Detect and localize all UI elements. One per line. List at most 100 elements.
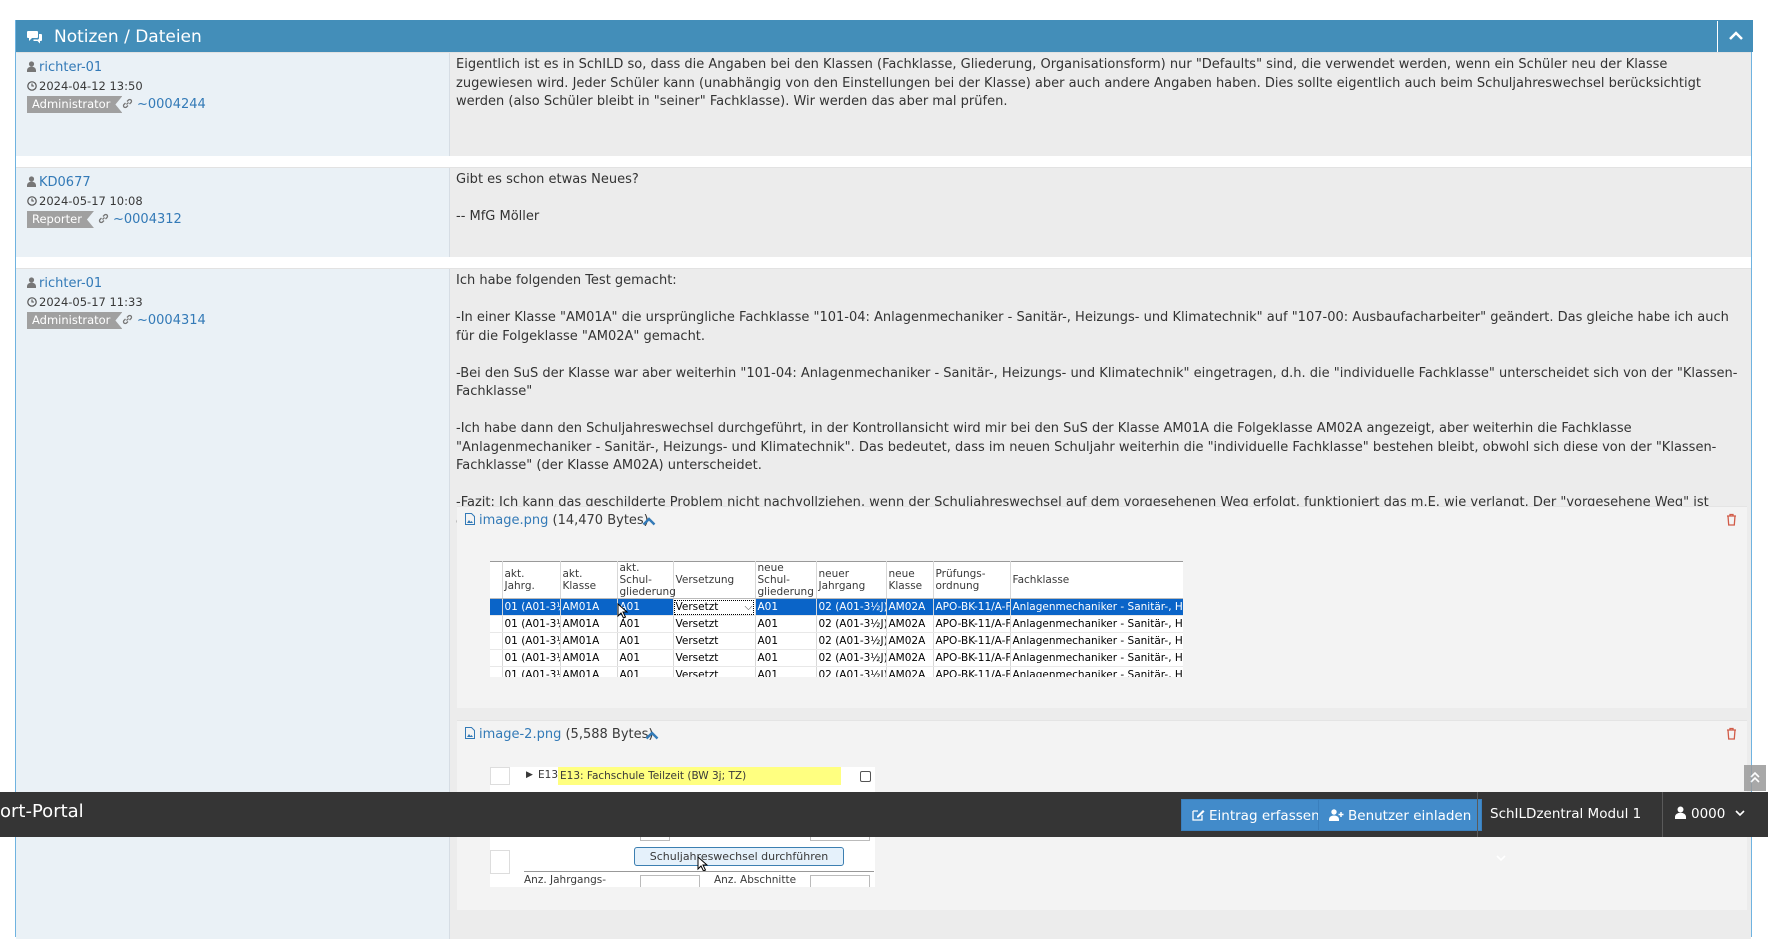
new-entry-label: Eintrag erfassen	[1209, 808, 1320, 824]
edit-icon	[1192, 810, 1205, 821]
attachment-name: image-2.png	[479, 727, 562, 742]
note-body: Gibt es schon etwas Neues? -- MfG Möller	[456, 171, 1746, 245]
note-meta: richter-01 2024-04-12 13:50 Administrato…	[16, 53, 450, 156]
chevron-down-icon	[1735, 810, 1745, 817]
row-checkbox[interactable]	[860, 771, 871, 782]
note-date: 2024-05-17 10:08	[27, 194, 143, 208]
portal-brand[interactable]: ort-Portal	[0, 801, 84, 822]
row-header-cell	[490, 649, 503, 667]
column-header: akt. Jahrg.	[502, 561, 561, 599]
note-paragraph: Ich habe folgenden Test gemacht:	[456, 273, 677, 288]
attachment-link[interactable]: image-2.png (5,588 Bytes)	[465, 727, 653, 742]
chevron-up-icon	[1729, 31, 1743, 40]
table-cell: A01	[755, 649, 817, 667]
note-link-text: ~0004314	[137, 313, 206, 328]
table-cell: 01 (A01-3½J)	[502, 666, 561, 677]
panel-collapse-button[interactable]	[1717, 21, 1753, 52]
invite-user-label: Benutzer einladen	[1348, 808, 1472, 824]
attachment: image.png (14,470 Bytes) akt. Jahrg. akt…	[457, 506, 1747, 708]
table-row[interactable]: 01 (A01-3½J) AM01A A01 Versetzt A01 02 (…	[490, 666, 1183, 677]
user-icon	[27, 61, 36, 72]
chevron-down-icon	[1496, 855, 1506, 862]
note-paragraph: -In einer Klasse "AM01A" die ursprünglic…	[456, 310, 1729, 344]
chevron-down-icon: ⌵	[744, 600, 753, 613]
bottom-navbar: ort-Portal Eintrag erfassen Benutzer ein…	[0, 792, 1768, 862]
chevron-up-icon[interactable]	[642, 517, 656, 526]
mouse-cursor-icon	[617, 603, 628, 619]
module-dropdown[interactable]: SchILDzentral Modul 1	[1477, 792, 1663, 862]
table-row[interactable]: 01 (A01-3½J) AM01A A01 Versetzt A01 02 (…	[490, 632, 1183, 650]
note-author[interactable]: richter-01	[27, 60, 102, 75]
column-header: akt. Schul- gliederung	[617, 561, 676, 599]
attachment-size: (14,470 Bytes)	[552, 513, 649, 528]
row-header-cell	[490, 632, 503, 650]
note-body: Eigentlich ist es in SchILD so, dass die…	[456, 56, 1746, 130]
table-cell: 02 (A01-3½J)	[816, 615, 887, 633]
tree-selected-item[interactable]: E13: Fachschule Teilzeit (BW 3j; TZ)	[558, 767, 841, 785]
note-date-text: 2024-04-12 13:50	[39, 79, 143, 93]
column-header: Fachklasse	[1010, 561, 1183, 599]
trash-icon[interactable]	[1726, 513, 1737, 526]
table-cell: Anlagenmechaniker - Sanitär-, Heizu	[1010, 666, 1183, 677]
table-cell: AM01A	[560, 666, 618, 677]
table-cell: A01	[755, 666, 817, 677]
note-paragraph: -- MfG Möller	[456, 209, 540, 224]
panel-header: Notizen / Dateien	[16, 20, 1753, 52]
school-year-change-button[interactable]: Schuljahreswechsel durchführen	[634, 847, 844, 866]
table-row[interactable]: 01 (A01-3½J) AM01A A01 Versetzt A01 02 (…	[490, 649, 1183, 667]
row-header-cell	[490, 598, 503, 616]
invite-user-button[interactable]: Benutzer einladen	[1318, 799, 1483, 831]
clock-icon	[27, 196, 37, 206]
note-link[interactable]: ~0004314	[122, 312, 206, 329]
column-header: Versetzung	[673, 561, 756, 599]
table-cell: Versetzt	[673, 615, 756, 633]
divider	[524, 871, 874, 872]
table-row[interactable]: 01 (A01-3½J) AM01A A01 Versetzt A01 02 (…	[490, 615, 1183, 633]
table-cell: APO-BK-11/A-F	[933, 598, 1011, 616]
table-cell: Versetzt	[673, 666, 756, 677]
tree-expand-icon[interactable]: ▶	[526, 770, 533, 780]
table-cell: Anlagenmechaniker - Sanitär-, Heizu	[1010, 649, 1183, 667]
attachment-size: (5,588 Bytes)	[565, 727, 654, 742]
user-menu[interactable]: 0000	[1662, 792, 1768, 837]
column-header: akt. Klasse	[560, 561, 618, 599]
column-header: neuer Jahrgang	[816, 561, 887, 599]
note-item: KD0677 2024-05-17 10:08 Reporter ~000431…	[16, 167, 1751, 257]
table-cell: Versetzt	[673, 649, 756, 667]
attachment-preview-table: akt. Jahrg. akt. Klasse akt. Schul- glie…	[490, 561, 1183, 677]
note-link[interactable]: ~0004244	[122, 96, 206, 113]
field-box	[640, 875, 700, 887]
note-author-name: richter-01	[39, 276, 103, 291]
role-badge: Reporter	[27, 211, 94, 228]
table-cell: Anlagenmechaniker - Sanitär-, Heizu	[1010, 615, 1183, 633]
new-entry-button[interactable]: Eintrag erfassen	[1181, 799, 1331, 831]
table-cell: AM01A	[560, 649, 618, 667]
note-date-text: 2024-05-17 10:08	[39, 194, 143, 208]
chevron-up-icon[interactable]	[645, 731, 659, 740]
table-cell: 01 (A01-3½J)	[502, 598, 561, 616]
note-link[interactable]: ~0004312	[98, 211, 182, 228]
user-name: 0000	[1691, 806, 1726, 822]
field-label: Anz. Jahrgangs-	[524, 874, 607, 886]
link-icon	[122, 314, 133, 325]
table-cell: AM01A	[560, 615, 618, 633]
table-cell: 01 (A01-3½J)	[502, 649, 561, 667]
table-cell-dropdown[interactable]: Versetzt ⌵	[673, 598, 756, 616]
row-header-cell	[490, 561, 503, 599]
table-cell: 02 (A01-3½J)	[816, 649, 887, 667]
table-cell: AM02A	[886, 649, 934, 667]
note-author-name: KD0677	[39, 175, 91, 190]
table-cell: Anlagenmechaniker - Sanitär-, Heizu	[1010, 598, 1183, 616]
trash-icon[interactable]	[1726, 727, 1737, 740]
role-badge: Administrator	[27, 312, 122, 329]
table-cell: AM02A	[886, 615, 934, 633]
column-header: Prüfungs- ordnung	[933, 561, 1011, 599]
note-author[interactable]: KD0677	[27, 175, 91, 190]
field-label: Anz. Abschnitte	[714, 874, 797, 886]
tree-gutter	[490, 850, 510, 874]
attachment-link[interactable]: image.png (14,470 Bytes)	[465, 513, 649, 528]
table-row[interactable]: 01 (A01-3½J) AM01A A01 Versetzt⌵ A01 02 …	[490, 598, 1183, 616]
tree-gutter	[490, 767, 510, 785]
scroll-to-top-button[interactable]	[1744, 765, 1766, 791]
note-author[interactable]: richter-01	[27, 276, 102, 291]
